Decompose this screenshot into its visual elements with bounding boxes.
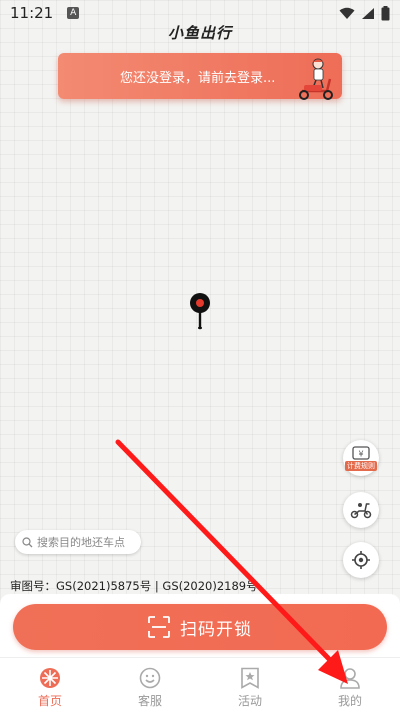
- crosshair-icon: [352, 551, 370, 569]
- scan-icon: [148, 616, 170, 638]
- notification-icon: A: [67, 7, 80, 19]
- status-time: 11:21: [10, 4, 54, 22]
- svg-text:¥: ¥: [358, 449, 363, 458]
- login-banner[interactable]: 您还没登录，请前去登录...: [58, 53, 342, 100]
- flower-icon: [40, 668, 60, 688]
- search-placeholder: 搜索目的地还车点: [37, 536, 125, 549]
- signal-icon: [362, 8, 374, 19]
- price-tag-icon: ¥: [352, 445, 370, 460]
- star-bookmark-icon: [241, 667, 259, 689]
- tab-mine-label: 我的: [337, 694, 362, 708]
- person-icon: [340, 668, 360, 689]
- tab-activities[interactable]: 活动: [200, 658, 300, 712]
- scooter-icon: [350, 503, 372, 519]
- smile-icon: [139, 667, 161, 689]
- tab-customer-service-label: 客服: [137, 694, 162, 708]
- login-prompt-text: 您还没登录，请前去登录...: [120, 70, 276, 86]
- tab-home[interactable]: 首页: [0, 658, 100, 712]
- search-icon: [22, 536, 33, 547]
- wifi-icon: [339, 7, 355, 19]
- scan-unlock-button[interactable]: 扫码开锁: [13, 604, 387, 650]
- location-pin-icon: [190, 293, 210, 330]
- fee-rules-button[interactable]: ¥ 计费规则: [343, 440, 379, 476]
- locate-me-button[interactable]: [343, 542, 379, 578]
- tab-activities-label: 活动: [237, 694, 262, 708]
- battery-icon: [381, 6, 390, 21]
- tab-customer-service[interactable]: 客服: [100, 658, 200, 712]
- tab-home-label: 首页: [37, 694, 62, 708]
- app-title: 小鱼出行: [167, 24, 232, 42]
- destination-search-input[interactable]: 搜索目的地还车点: [15, 530, 141, 554]
- status-icons: [339, 6, 390, 21]
- scan-unlock-label: 扫码开锁: [180, 619, 252, 640]
- scooter-rider-illustration: [299, 58, 333, 100]
- tab-mine[interactable]: 我的: [300, 658, 400, 712]
- bottom-tab-bar: 首页 客服 活动 我的: [0, 657, 400, 712]
- fee-rules-label: 计费规则: [345, 460, 377, 471]
- map-license-text: 审图号：GS(2021)5875号 | GS(2020)2189号: [10, 579, 258, 593]
- scooter-button[interactable]: [343, 492, 379, 528]
